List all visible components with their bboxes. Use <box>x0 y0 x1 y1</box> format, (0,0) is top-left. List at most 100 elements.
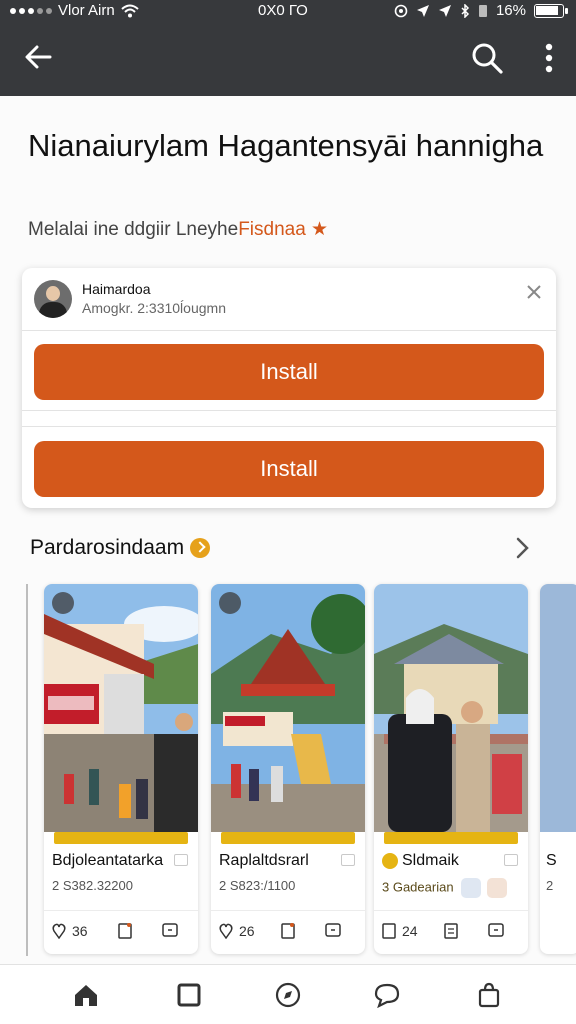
bottom-navigation <box>0 964 576 1024</box>
place-photo <box>211 584 365 832</box>
image-icon <box>504 854 518 866</box>
place-value: 2 <box>546 878 554 893</box>
save-action[interactable] <box>118 923 132 939</box>
nav-explore[interactable] <box>274 981 302 1009</box>
nav-chat[interactable] <box>373 981 401 1009</box>
bookmark-icon <box>281 923 295 939</box>
place-name-label: Sldmaik <box>402 852 459 869</box>
top-bar: Vlor Airn 0X0 ГО 16% <box>0 0 576 96</box>
place-name: Raplaltdsrarl <box>219 852 309 869</box>
bluetooth-icon <box>461 3 470 18</box>
install-card: Haimardoa Amogkr. 2:3310ĺougmn Install I… <box>22 268 556 508</box>
document-icon <box>444 923 458 939</box>
card-actions: 26 <box>211 910 365 950</box>
avatar <box>34 280 72 318</box>
verified-badge-icon <box>190 538 211 558</box>
category-tag <box>54 832 188 844</box>
bookmark-icon <box>177 983 201 1007</box>
section-title[interactable]: Pardarosindaam <box>30 536 211 560</box>
like-count: 36 <box>72 923 88 939</box>
more-vertical-icon <box>545 43 553 73</box>
like-count: 24 <box>402 923 418 939</box>
section-more-button[interactable] <box>512 536 532 560</box>
chevron-right-icon <box>516 537 529 559</box>
explore-icon <box>275 982 301 1008</box>
carrier-label: Vlor Airn <box>58 2 115 19</box>
subtitle-accent[interactable]: Fisdnaa ★ <box>238 219 328 240</box>
card-actions: 24 <box>374 910 528 950</box>
save-action[interactable] <box>281 923 295 939</box>
bag-icon <box>478 982 500 1008</box>
install-button-primary[interactable]: Install <box>34 344 544 400</box>
place-card[interactable]: Bdjoleantatarka 2 S382.32200 36 <box>44 584 198 954</box>
place-photo <box>374 584 528 832</box>
at-icon <box>394 4 408 17</box>
main-content: Nianaiurylam Hagantensyāi hannigha Melal… <box>0 96 576 964</box>
page-title: Nianaiurylam Hagantensyāi hannigha <box>28 128 544 163</box>
clock: 0X0 ГО <box>258 2 308 19</box>
battery-percent: 16% <box>495 2 526 19</box>
share-action[interactable] <box>162 923 178 937</box>
divider <box>22 330 556 331</box>
share-icon <box>162 923 178 937</box>
section-title-label: Pardarosindaam <box>30 536 185 559</box>
place-card[interactable]: Raplaltdsrarl 2 S823:/1100 26 <box>211 584 365 954</box>
install-button-secondary[interactable]: Install <box>34 441 544 497</box>
close-icon <box>527 285 541 299</box>
place-card[interactable]: S 2 <box>540 584 576 954</box>
like-action[interactable]: 24 <box>382 923 418 939</box>
search-icon <box>472 43 503 74</box>
subtitle-text: Melalai ine ddgiir Lneyhe <box>28 219 239 240</box>
nav-bookmarks[interactable] <box>175 981 203 1009</box>
like-action[interactable]: 36 <box>52 923 88 939</box>
close-button[interactable] <box>526 284 542 300</box>
navigation-icon <box>438 4 451 17</box>
place-badge-icon <box>52 592 74 614</box>
place-value: 2 S823:/1100 <box>219 878 296 893</box>
card-meta: Amogkr. 2:3310ĺougmn <box>82 300 226 316</box>
map-icon[interactable] <box>461 878 482 898</box>
share-icon <box>488 923 504 937</box>
home-icon <box>75 985 97 1006</box>
save-action[interactable] <box>444 923 458 939</box>
status-bar: Vlor Airn 0X0 ГО 16% <box>0 0 576 22</box>
place-card[interactable]: Sldmaik 3 Gadearian 24 <box>374 584 528 954</box>
bookmark-icon <box>118 923 132 939</box>
bookmark-icon <box>382 923 396 939</box>
heart-icon <box>219 923 233 939</box>
share-action[interactable] <box>488 923 504 937</box>
nav-home[interactable] <box>72 981 100 1009</box>
card-name: Haimardoa <box>82 281 151 297</box>
like-count: 26 <box>239 923 255 939</box>
page-subtitle: Melalai ine ddgiir LneyheFisdnaa ★ <box>28 218 328 241</box>
badge-icon <box>382 852 398 869</box>
sim-icon <box>478 4 487 17</box>
place-value: 3 Gadearian <box>382 878 507 898</box>
card-actions: 36 <box>44 910 198 950</box>
share-icon <box>325 923 341 937</box>
more-button[interactable] <box>536 40 562 76</box>
place-name: Sldmaik <box>382 852 459 870</box>
carousel-edge <box>26 584 28 956</box>
search-button[interactable] <box>468 40 506 76</box>
heart-icon <box>52 923 66 939</box>
place-value-label: 3 Gadearian <box>382 879 454 895</box>
image-icon <box>341 854 355 866</box>
place-name: S <box>546 852 557 869</box>
place-photo <box>44 584 198 832</box>
location-icon <box>416 4 429 17</box>
battery-icon <box>534 3 568 18</box>
signal-icon <box>10 7 52 14</box>
share-action[interactable] <box>325 923 341 937</box>
back-button[interactable] <box>20 40 56 74</box>
place-photo <box>540 584 576 832</box>
food-icon[interactable] <box>486 878 507 898</box>
place-value: 2 S382.32200 <box>52 878 133 893</box>
nav-bag[interactable] <box>475 981 503 1009</box>
place-name: Bdjoleantatarka <box>52 852 164 869</box>
divider <box>22 410 556 411</box>
chat-icon <box>374 983 400 1008</box>
divider <box>22 426 556 427</box>
arrow-left-icon <box>25 45 52 69</box>
like-action[interactable]: 26 <box>219 923 255 939</box>
